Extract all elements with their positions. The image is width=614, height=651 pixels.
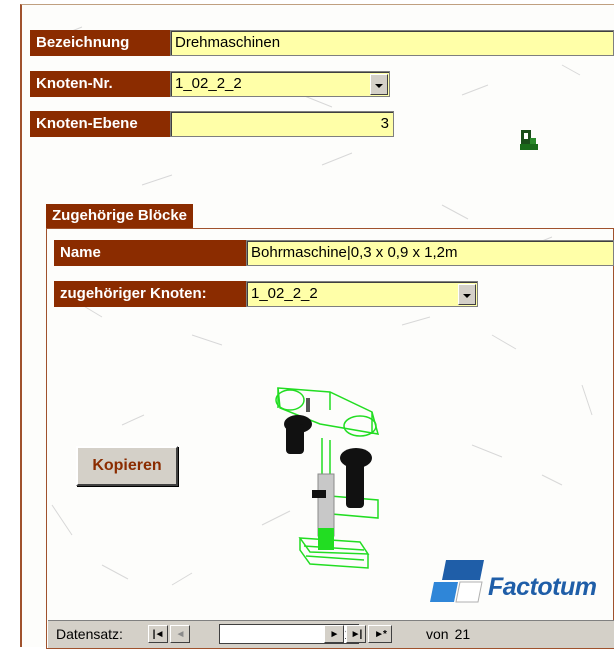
first-record-button[interactable]: |◄ (148, 625, 168, 643)
knoten-nr-dropdown-button[interactable] (370, 74, 388, 95)
node-icon (520, 130, 538, 150)
zugehoeriger-knoten-label: zugehöriger Knoten: (54, 281, 246, 307)
knoten-nr-label: Knoten-Nr. (30, 71, 170, 97)
previous-record-button[interactable]: ◄ (170, 625, 190, 643)
knoten-ebene-label: Knoten-Ebene (30, 111, 170, 137)
record-navigation-bar: Datensatz: |◄ ◄ 1 ► ►| ►* von21 (48, 620, 614, 648)
name-label: Name (54, 240, 246, 266)
factotum-logo-text: Factotum (488, 573, 597, 601)
zugehoeriger-knoten-dropdown-button[interactable] (458, 284, 476, 305)
next-record-button[interactable]: ► (324, 625, 344, 643)
last-record-button[interactable]: ►| (346, 625, 366, 643)
kopieren-button[interactable]: Kopieren (76, 446, 178, 486)
subform-tab[interactable]: Zugehörige Blöcke (46, 204, 194, 228)
new-record-button[interactable]: ►* (368, 625, 392, 643)
knoten-nr-select[interactable]: 1_02_2_2 (170, 71, 390, 97)
drill-press-model (275, 387, 380, 569)
bezeichnung-field[interactable]: Drehmaschinen (170, 30, 614, 56)
knoten-ebene-field[interactable]: 3 (170, 111, 394, 137)
name-field[interactable]: Bohrmaschine|0,3 x 0,9 x 1,2m (246, 240, 614, 266)
zugehoeriger-knoten-select[interactable]: 1_02_2_2 (246, 281, 478, 307)
record-count: von 21 (426, 626, 470, 642)
record-of-label: von (426, 626, 449, 642)
record-label: Datensatz: (56, 626, 123, 642)
factotum-logo (430, 560, 484, 603)
bezeichnung-label: Bezeichnung (30, 30, 170, 56)
record-total: 21 (454, 626, 471, 642)
